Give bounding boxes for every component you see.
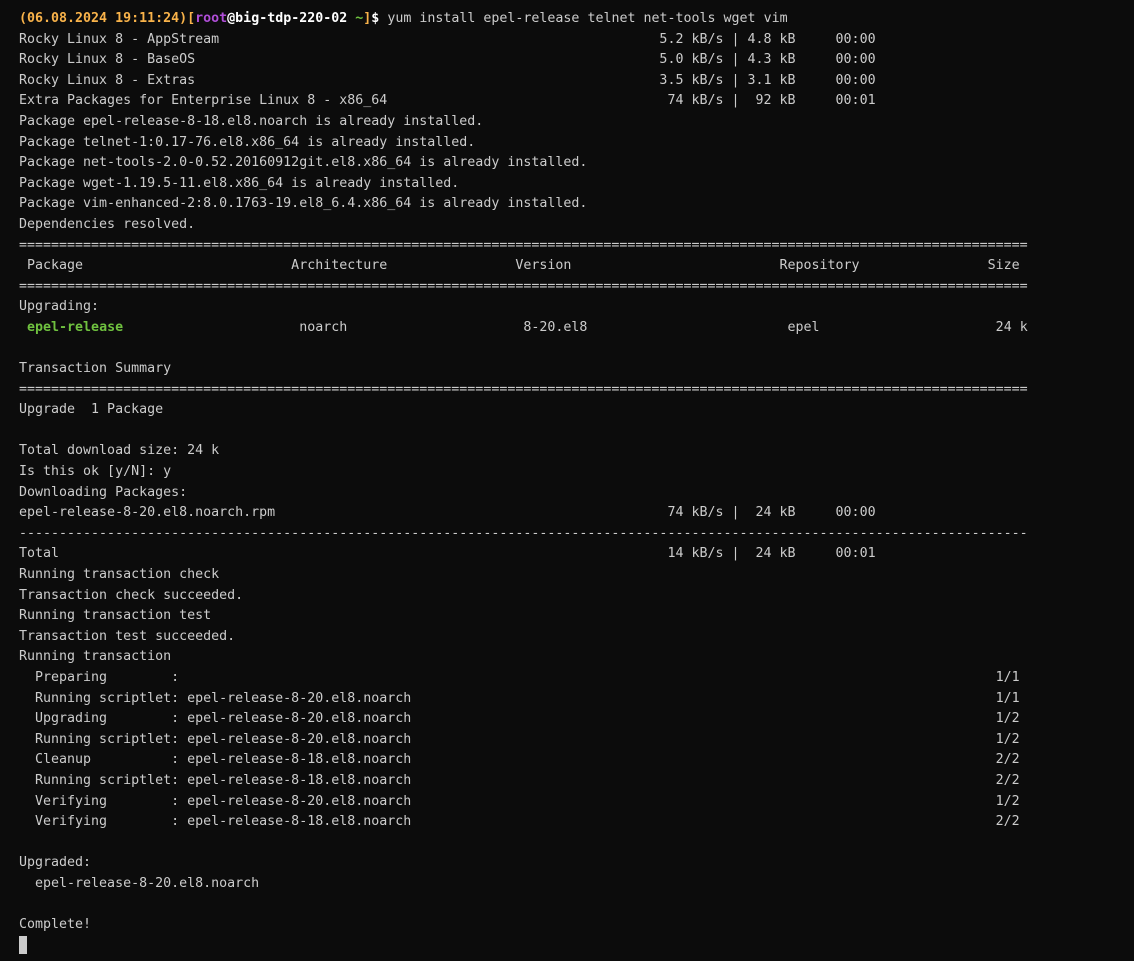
prompt-user: root bbox=[195, 11, 228, 26]
output-line: Dependencies resolved. bbox=[19, 216, 196, 232]
output-line: ========================================… bbox=[19, 278, 1028, 294]
prompt-dollar: $ bbox=[371, 11, 388, 26]
package-name-epel-release: epel-release bbox=[27, 319, 124, 335]
output-line: Package net-tools-2.0-0.52.20160912git.e… bbox=[19, 155, 588, 171]
output-line: Verifying : epel-release-8-18.el8.noarch… bbox=[19, 814, 1020, 830]
output-line: Package epel-release-8-18.el8.noarch is … bbox=[19, 113, 484, 129]
output-line: Running transaction bbox=[19, 649, 172, 665]
output-line: Downloading Packages: bbox=[19, 484, 188, 500]
output-line: Total download size: 24 k bbox=[19, 443, 220, 459]
text-cursor[interactable] bbox=[19, 935, 27, 954]
prompt-host: @big-tdp-220-02 bbox=[227, 11, 348, 26]
output-line: Rocky Linux 8 - Extras 3.5 kB/s | 3.1 kB… bbox=[19, 72, 876, 88]
output-line: Rocky Linux 8 - AppStream 5.2 kB/s | 4.8… bbox=[19, 31, 876, 47]
prompt-cwd: ~ bbox=[347, 11, 364, 26]
output-block-after: Transaction Summary =====================… bbox=[19, 339, 1134, 936]
cursor-line[interactable] bbox=[19, 935, 1134, 957]
package-row-details: noarch 8-20.el8 epel 24 k bbox=[123, 319, 1028, 335]
output-line: Is this ok [y/N]: y bbox=[19, 464, 172, 480]
output-line: ========================================… bbox=[19, 381, 1028, 397]
output-line: Verifying : epel-release-8-20.el8.noarch… bbox=[19, 793, 1020, 809]
prompt-command: yum install epel-release telnet net-tool… bbox=[387, 11, 788, 26]
output-line: Rocky Linux 8 - BaseOS 5.0 kB/s | 4.3 kB… bbox=[19, 52, 876, 68]
output-line: Transaction test succeeded. bbox=[19, 628, 236, 644]
package-row-epel-release: epel-release noarch 8-20.el8 epel 24 k bbox=[19, 318, 1134, 339]
output-line: Upgrading : epel-release-8-20.el8.noarch… bbox=[19, 711, 1020, 727]
output-line: Transaction Summary bbox=[19, 361, 172, 377]
prompt-timestamp: (06.08.2024 19:11:24) bbox=[19, 11, 188, 26]
output-line: Running transaction test bbox=[19, 608, 212, 624]
output-line: Package vim-enhanced-2:8.0.1763-19.el8_6… bbox=[19, 196, 588, 212]
output-line: epel-release-8-20.el8.noarch bbox=[19, 875, 260, 891]
output-line: Package Architecture Version Repository … bbox=[19, 258, 1020, 274]
output-line: ----------------------------------------… bbox=[19, 525, 1028, 541]
output-line: Upgrading: bbox=[19, 299, 100, 315]
output-line: Running transaction check bbox=[19, 567, 220, 583]
output-line: Preparing : 1/1 bbox=[19, 670, 1020, 685]
output-line: Total 14 kB/s | 24 kB 00:01 bbox=[19, 546, 876, 562]
output-line: Transaction check succeeded. bbox=[19, 587, 244, 603]
output-line: Upgraded: bbox=[19, 855, 92, 871]
prompt-bracket-open: [ bbox=[187, 11, 196, 26]
output-block-before: Rocky Linux 8 - AppStream 5.2 kB/s | 4.8… bbox=[19, 30, 1134, 318]
output-line: Running scriptlet: epel-release-8-20.el8… bbox=[19, 690, 1020, 706]
output-line: epel-release-8-20.el8.noarch.rpm 74 kB/s… bbox=[19, 505, 876, 521]
output-line: Running scriptlet: epel-release-8-20.el8… bbox=[19, 731, 1020, 747]
output-line: Upgrade 1 Package bbox=[19, 402, 164, 418]
output-line: Running scriptlet: epel-release-8-18.el8… bbox=[19, 772, 1020, 788]
prompt-line: (06.08.2024 19:11:24)[root@big-tdp-220-0… bbox=[19, 9, 1134, 30]
output-line: Complete! bbox=[19, 917, 92, 933]
terminal-window[interactable]: (06.08.2024 19:11:24)[root@big-tdp-220-0… bbox=[0, 0, 1134, 961]
output-line: Extra Packages for Enterprise Linux 8 - … bbox=[19, 93, 876, 109]
output-line: ========================================… bbox=[19, 237, 1028, 253]
output-line: Cleanup : epel-release-8-18.el8.noarch 2… bbox=[19, 752, 1020, 768]
output-line: Package telnet-1:0.17-76.el8.x86_64 is a… bbox=[19, 134, 476, 150]
package-row-lead bbox=[19, 320, 27, 335]
output-line: Package wget-1.19.5-11.el8.x86_64 is alr… bbox=[19, 175, 460, 191]
